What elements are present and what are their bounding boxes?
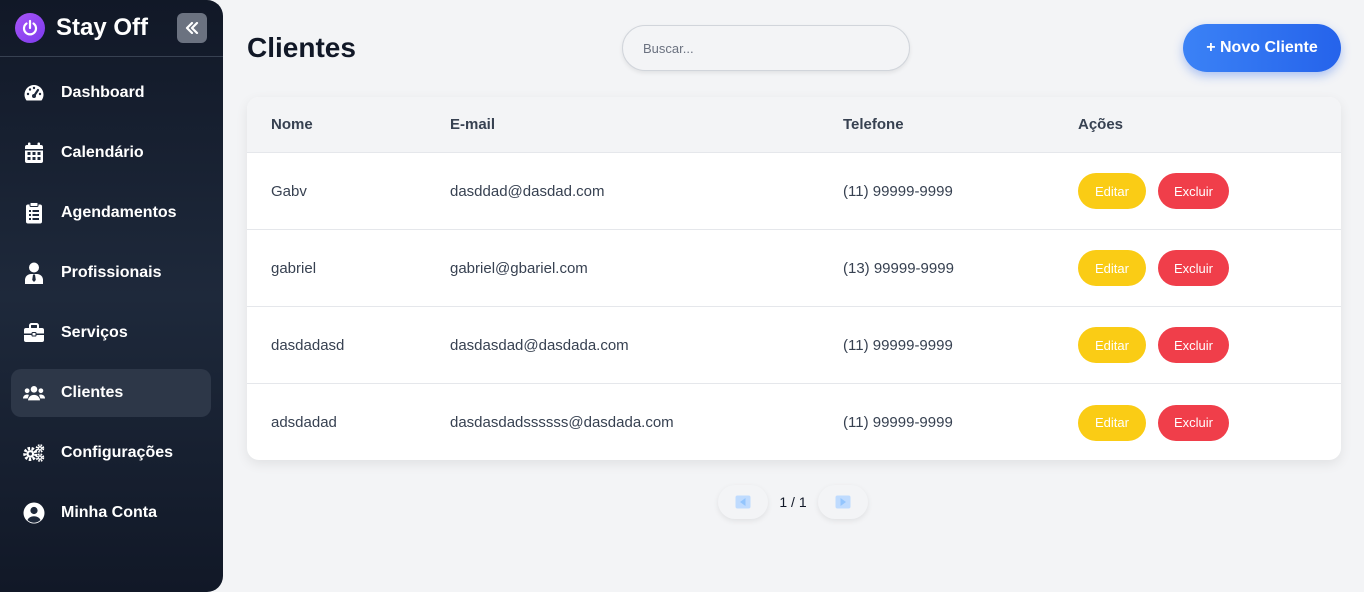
users-icon [23,382,45,404]
calendar-icon [23,142,45,164]
new-client-button[interactable]: + Novo Cliente [1183,24,1341,72]
column-header-acoes: Ações [1078,116,1124,133]
sidebar-item-configuracoes[interactable]: Configurações [11,429,211,477]
table-row: adsdadad dasdasdadssssss@dasdada.com (11… [247,384,1341,460]
sidebar-item-minha-conta[interactable]: Minha Conta [11,489,211,537]
cell-email: dasdasdadssssss@dasdada.com [450,414,674,431]
sidebar-item-servicos[interactable]: Serviços [11,309,211,357]
cell-telefone: (11) 99999-9999 [843,414,953,431]
delete-button[interactable]: Excluir [1158,327,1229,363]
sidebar-nav: Dashboard Calendário Agendamentos Profis… [11,69,211,549]
sidebar-item-label: Agendamentos [61,204,177,221]
sidebar-item-label: Serviços [61,324,128,341]
sidebar-item-label: Dashboard [61,84,145,101]
double-chevron-left-icon [185,22,199,34]
cell-nome: Gabv [271,182,307,200]
sidebar-item-label: Profissionais [61,264,162,281]
pagination: 1 / 1 [718,485,868,519]
sidebar-item-label: Clientes [61,384,124,401]
edit-button[interactable]: Editar [1078,327,1146,363]
sidebar-item-label: Minha Conta [61,504,157,521]
gauge-icon [23,82,45,104]
sidebar-item-label: Calendário [61,144,144,161]
table-row: Gabv dasddad@dasdad.com (11) 99999-9999 … [247,153,1341,230]
page-indicator: 1 / 1 [779,494,807,510]
sidebar-item-clientes[interactable]: Clientes [11,369,211,417]
row-actions: Editar Excluir [1078,404,1229,441]
brand-name: Stay Off [56,14,149,41]
delete-button[interactable]: Excluir [1158,404,1229,441]
cell-telefone: (11) 99999-9999 [843,336,953,354]
sidebar-item-label: Configurações [61,444,174,461]
cell-email: dasddad@dasdad.com [450,182,605,200]
column-header-telefone: Telefone [843,116,904,133]
clipboard-icon [23,202,45,224]
edit-button[interactable]: Editar [1078,173,1146,209]
cell-email: gabriel@gbariel.com [450,259,588,277]
cell-nome: gabriel [271,259,317,277]
sidebar-item-profissionais[interactable]: Profissionais [11,249,211,297]
table-row: dasdadasd dasdasdad@dasdada.com (11) 999… [247,307,1341,384]
cell-telefone: (13) 99999-9999 [843,259,954,277]
collapse-sidebar-button[interactable] [177,13,207,43]
cell-nome: dasdadasd [271,336,345,354]
table-header: Nome E-mail Telefone Ações [247,97,1341,153]
sidebar: Stay Off Dashboard Calendário Agendament… [0,0,223,592]
search-input[interactable] [622,25,910,71]
gears-icon [23,442,45,464]
delete-button[interactable]: Excluir [1158,250,1229,286]
table-row: gabriel gabriel@gbariel.com (13) 99999-9… [247,230,1341,307]
cell-nome: adsdadad [271,414,337,431]
edit-button[interactable]: Editar [1078,250,1146,286]
user-circle-icon [23,502,45,524]
row-actions: Editar Excluir [1078,173,1229,209]
edit-button[interactable]: Editar [1078,404,1146,441]
sidebar-item-calendario[interactable]: Calendário [11,129,211,177]
column-header-nome: Nome [271,116,313,133]
clients-table: Nome E-mail Telefone Ações Gabv dasddad@… [247,97,1341,460]
next-page-button[interactable] [818,485,868,519]
power-icon [15,13,45,43]
briefcase-icon [23,322,45,344]
cell-telefone: (11) 99999-9999 [843,182,953,200]
prev-arrow-icon [735,495,751,509]
previous-page-button[interactable] [718,485,768,519]
page-title: Clientes [247,32,356,63]
user-tie-icon [23,262,45,284]
row-actions: Editar Excluir [1078,327,1229,363]
delete-button[interactable]: Excluir [1158,173,1229,209]
cell-email: dasdasdad@dasdada.com [450,336,629,354]
column-header-email: E-mail [450,116,496,133]
sidebar-item-agendamentos[interactable]: Agendamentos [11,189,211,237]
sidebar-item-dashboard[interactable]: Dashboard [11,69,211,117]
next-arrow-icon [835,495,851,509]
row-actions: Editar Excluir [1078,250,1229,286]
